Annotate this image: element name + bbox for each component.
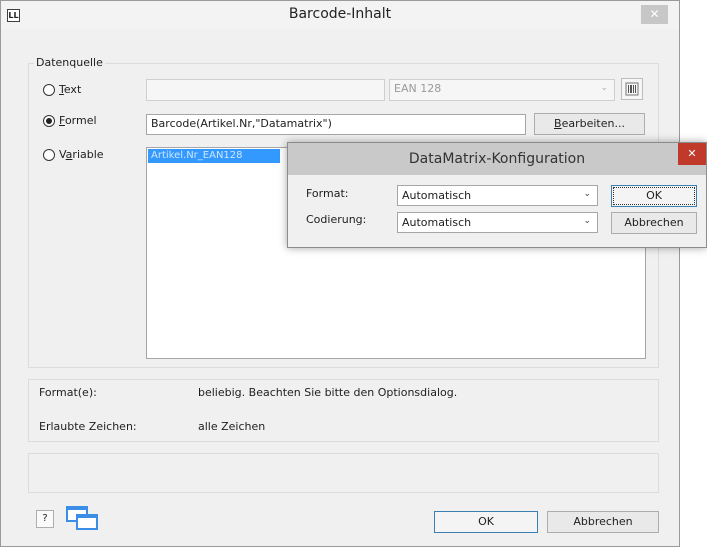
barcode-type-select[interactable]: EAN 128 ⌄ xyxy=(389,79,615,101)
close-button[interactable]: ✕ xyxy=(641,5,668,24)
barcode-content-dialog: LL Barcode-Inhalt ✕ Datenquelle Text EAN… xyxy=(0,0,680,547)
datamatrix-config-dialog: DataMatrix-Konfiguration ✕ Format: Autom… xyxy=(287,142,707,248)
edit-formula-button[interactable]: Bearbeiten... xyxy=(534,113,645,135)
format-value: beliebig. Beachten Sie bitte den Options… xyxy=(198,386,458,399)
text-radio-label[interactable]: Text xyxy=(59,83,81,96)
dm-format-value: Automatisch xyxy=(402,189,472,202)
datasource-group-label: Datenquelle xyxy=(34,56,105,69)
formula-radio-label[interactable]: Formel xyxy=(59,114,97,127)
formula-input[interactable]: Barcode(Artikel.Nr,"Datamatrix") xyxy=(146,114,526,135)
help-button[interactable]: ? xyxy=(36,510,54,528)
window-title: Barcode-Inhalt xyxy=(288,6,392,22)
ok-button[interactable]: OK xyxy=(434,511,538,533)
dialog-close-button[interactable]: ✕ xyxy=(678,143,706,165)
chevron-down-icon: ⌄ xyxy=(583,189,591,199)
title-bar[interactable]: LL Barcode-Inhalt ✕ xyxy=(1,1,679,29)
radio-dot xyxy=(46,118,52,124)
variable-radio-label[interactable]: Variable xyxy=(59,148,104,161)
help-icon: ? xyxy=(42,513,48,524)
chevron-down-icon: ⌄ xyxy=(583,216,591,226)
windows-icon[interactable] xyxy=(65,504,101,532)
list-item[interactable]: Artikel.Nr_EAN128 xyxy=(148,149,280,163)
dm-encoding-value: Automatisch xyxy=(402,216,472,229)
text-input[interactable] xyxy=(146,79,385,101)
barcode-icon xyxy=(625,82,639,96)
chars-label: Erlaubte Zeichen: xyxy=(39,420,137,433)
dm-format-select[interactable]: Automatisch ⌄ xyxy=(397,185,598,206)
dm-encoding-label: Codierung: xyxy=(306,213,367,226)
dialog-title-bar[interactable]: DataMatrix-Konfiguration ✕ xyxy=(288,143,706,175)
barcode-type-value: EAN 128 xyxy=(394,82,442,95)
dm-encoding-select[interactable]: Automatisch ⌄ xyxy=(397,212,598,233)
formula-radio[interactable] xyxy=(43,115,55,127)
variable-radio[interactable] xyxy=(43,149,55,161)
dm-ok-button[interactable]: OK xyxy=(611,185,697,207)
dm-format-label: Format: xyxy=(306,187,349,200)
dm-cancel-button[interactable]: Abbrechen xyxy=(611,212,697,234)
empty-panel xyxy=(28,453,659,493)
chars-value: alle Zeichen xyxy=(198,420,266,433)
cancel-button[interactable]: Abbrechen xyxy=(547,511,659,533)
barcode-icon-button[interactable] xyxy=(621,78,643,100)
text-radio[interactable] xyxy=(43,84,55,96)
chevron-down-icon: ⌄ xyxy=(600,83,608,93)
format-label: Format(e): xyxy=(39,386,97,399)
dialog-title: DataMatrix-Konfiguration xyxy=(408,151,586,167)
